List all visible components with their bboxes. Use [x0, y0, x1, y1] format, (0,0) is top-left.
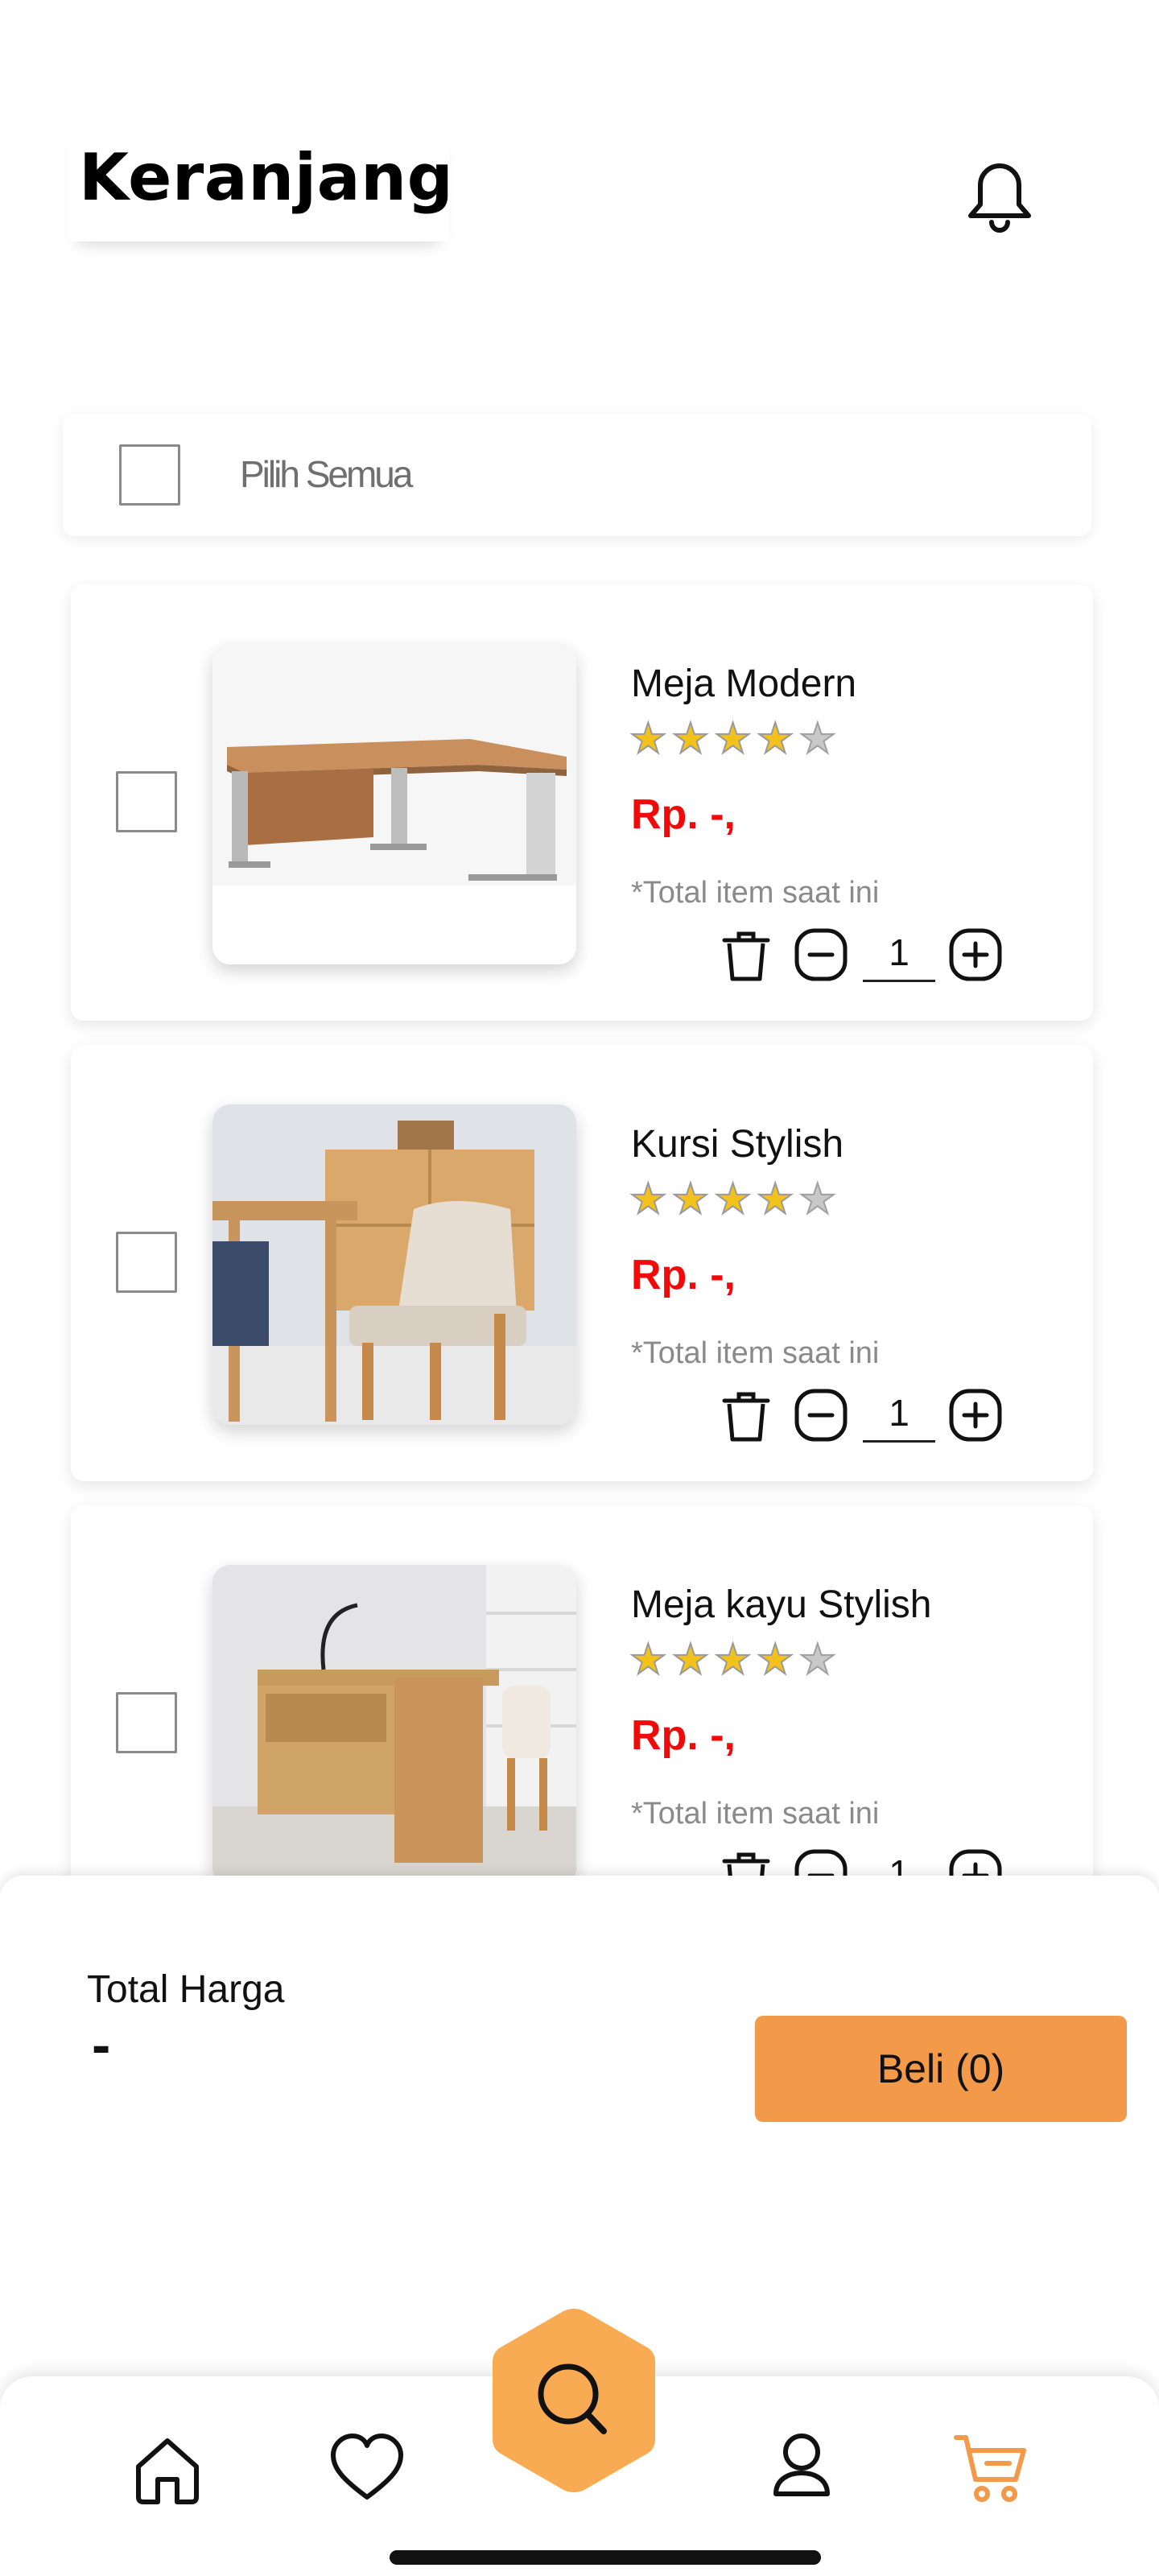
rating-stars: ★★★★★	[629, 1176, 842, 1223]
item-checkbox[interactable]	[116, 1692, 177, 1753]
search-button[interactable]	[483, 2302, 665, 2499]
product-image[interactable]	[212, 644, 576, 964]
rating-stars: ★★★★★	[629, 1637, 842, 1683]
item-note: *Total item saat ini	[631, 1336, 880, 1370]
desk-image	[212, 644, 576, 964]
total-price-value: -	[92, 2013, 111, 2076]
decrease-quantity-button[interactable]	[794, 927, 848, 982]
star-icon: ★	[756, 716, 799, 762]
home-indicator	[390, 2550, 821, 2565]
bell-icon[interactable]	[963, 151, 1037, 235]
total-price-label: Total Harga	[87, 1968, 285, 2011]
home-icon[interactable]	[127, 2429, 208, 2510]
buy-button[interactable]: Beli (0)	[755, 2016, 1127, 2122]
cart-icon[interactable]	[951, 2426, 1032, 2507]
trash-icon[interactable]	[721, 927, 771, 984]
star-icon: ★	[629, 1637, 672, 1683]
star-icon: ★	[671, 716, 715, 762]
chair-image	[212, 1104, 576, 1425]
star-empty-icon: ★	[798, 716, 842, 762]
select-all-label: Pilih Semua	[240, 453, 413, 495]
item-checkbox[interactable]	[116, 771, 177, 832]
item-price: Rp. -,	[631, 1712, 736, 1759]
star-icon: ★	[756, 1176, 799, 1223]
select-all-checkbox[interactable]	[119, 444, 180, 506]
item-checkbox[interactable]	[116, 1232, 177, 1293]
user-icon[interactable]	[761, 2426, 842, 2507]
product-image[interactable]	[212, 1565, 576, 1885]
product-image[interactable]	[212, 1104, 576, 1425]
cart-item: Kursi Stylish ★★★★★ Rp. -, *Total item s…	[71, 1045, 1093, 1481]
quantity-field[interactable]: 1	[863, 927, 935, 982]
item-price: Rp. -,	[631, 1252, 736, 1298]
item-name: Kursi Stylish	[631, 1123, 844, 1166]
item-note: *Total item saat ini	[631, 876, 880, 910]
trash-icon[interactable]	[721, 1388, 771, 1444]
item-note: *Total item saat ini	[631, 1797, 880, 1831]
star-empty-icon: ★	[798, 1637, 842, 1683]
cart-item: Meja Modern ★★★★★ Rp. -, *Total item saa…	[71, 584, 1093, 1021]
star-icon: ★	[713, 1637, 757, 1683]
star-icon: ★	[713, 716, 757, 762]
item-name: Meja Modern	[631, 663, 857, 705]
decrease-quantity-button[interactable]	[794, 1388, 848, 1443]
star-icon: ★	[629, 1176, 672, 1223]
item-name: Meja kayu Stylish	[631, 1583, 932, 1626]
star-icon: ★	[756, 1637, 799, 1683]
page-title-container: Keranjang	[68, 129, 453, 242]
star-icon: ★	[671, 1637, 715, 1683]
star-icon: ★	[713, 1176, 757, 1223]
increase-quantity-button[interactable]	[948, 927, 1003, 982]
star-empty-icon: ★	[798, 1176, 842, 1223]
star-icon: ★	[671, 1176, 715, 1223]
page-title: Keranjang	[79, 140, 454, 215]
item-price: Rp. -,	[631, 791, 736, 838]
rating-stars: ★★★★★	[629, 716, 842, 762]
select-all-row[interactable]: Pilih Semua	[63, 414, 1091, 536]
heart-icon[interactable]	[327, 2428, 407, 2508]
star-icon: ★	[629, 716, 672, 762]
quantity-field[interactable]: 1	[863, 1388, 935, 1443]
increase-quantity-button[interactable]	[948, 1388, 1003, 1443]
wooden-desk-image	[212, 1565, 576, 1885]
